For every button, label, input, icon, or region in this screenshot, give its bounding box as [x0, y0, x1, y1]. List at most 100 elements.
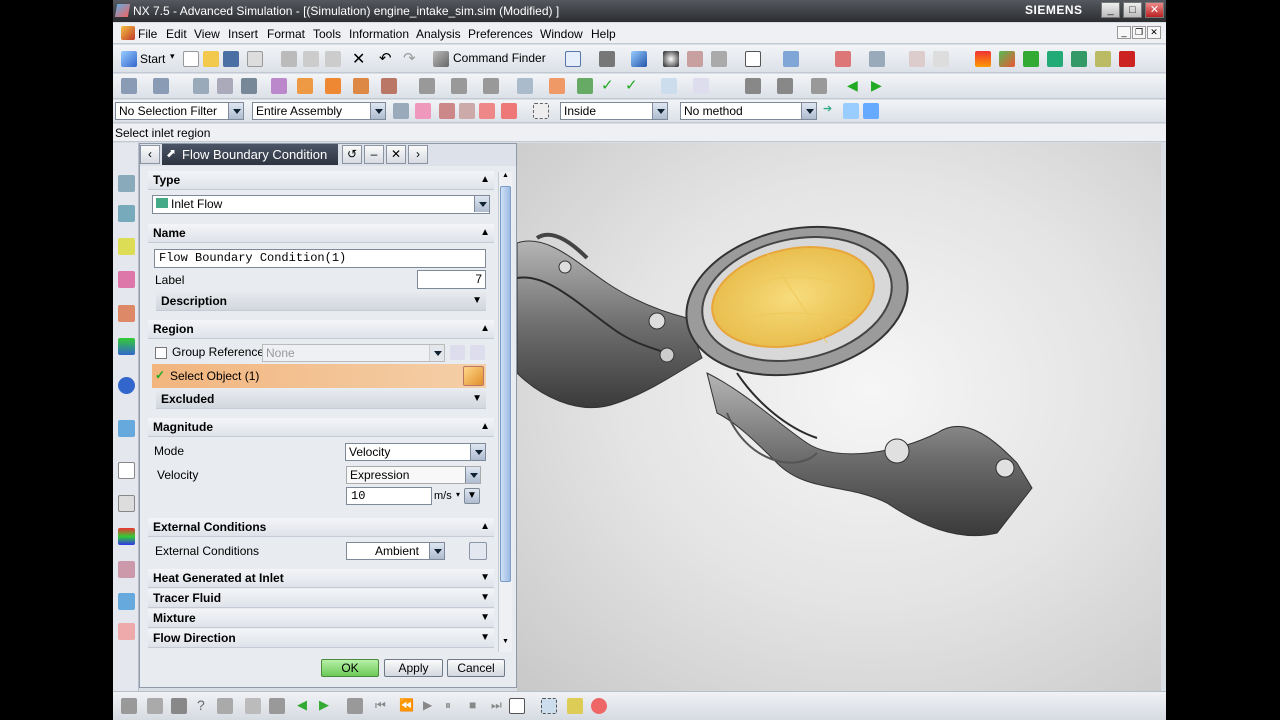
previous-icon[interactable]: ◀ — [297, 697, 307, 713]
collapse-chevron-icon[interactable]: ▲ — [480, 224, 490, 242]
clip-icon[interactable] — [567, 698, 583, 714]
external-conditions-section-header[interactable]: External Conditions ▲ — [148, 518, 494, 537]
menu-tools[interactable]: Tools — [313, 27, 341, 41]
description-section-header[interactable]: Description ▼ — [156, 292, 486, 311]
engine-intake-model[interactable] — [516, 143, 1161, 691]
grid-select-icon[interactable] — [541, 698, 557, 714]
forward-arrow-icon[interactable]: ▶ — [871, 77, 882, 94]
edge-select-icon[interactable] — [501, 103, 517, 119]
collapse-chevron-icon[interactable]: ▲ — [480, 320, 490, 338]
extra-tab-icon[interactable] — [118, 623, 135, 640]
graphics-window[interactable] — [516, 143, 1161, 691]
roles-tab-icon[interactable] — [118, 561, 135, 578]
collapse-chevron-icon[interactable]: ▲ — [480, 518, 490, 536]
menu-preferences[interactable]: Preferences — [468, 27, 533, 41]
print-icon[interactable] — [247, 51, 263, 67]
menu-edit[interactable]: Edit — [166, 27, 187, 41]
scope-dropdown[interactable]: Entire Assembly — [252, 102, 386, 120]
history-tab-icon[interactable] — [118, 420, 135, 437]
sim-navigator-icon[interactable] — [121, 78, 137, 94]
shaded-edges-icon[interactable] — [687, 51, 703, 67]
doc-minimize-button[interactable]: _ — [1117, 26, 1131, 39]
play-icon[interactable]: ▶ — [423, 698, 432, 712]
minimize-window-button[interactable]: _ — [1101, 2, 1120, 18]
paste-icon[interactable] — [325, 51, 341, 67]
olive-gear-icon[interactable] — [1095, 51, 1111, 67]
select-cube-icon[interactable] — [463, 366, 484, 386]
part-navigator-tab-icon[interactable] — [118, 238, 135, 255]
cube-select-icon[interactable] — [843, 103, 859, 119]
render-style-icon[interactable] — [663, 51, 679, 67]
menu-insert[interactable]: Insert — [228, 27, 258, 41]
command-finder-button[interactable]: Command Finder — [453, 51, 546, 65]
select-all-icon[interactable] — [415, 103, 431, 119]
menu-file[interactable]: File — [138, 27, 157, 41]
menu-window[interactable]: Window — [540, 27, 583, 41]
velocity-type-dropdown[interactable]: Expression — [346, 466, 481, 484]
expand-chevron-icon[interactable]: ▼ — [472, 292, 482, 310]
assembly-navigator-tab-icon[interactable] — [118, 205, 135, 222]
magnitude-section-header[interactable]: Magnitude ▲ — [148, 418, 494, 437]
wireframe-icon[interactable] — [711, 51, 727, 67]
expand-chevron-icon[interactable]: ▼ — [480, 629, 490, 647]
bottom-tool-icon[interactable] — [245, 698, 261, 714]
refresh-icon[interactable] — [591, 698, 607, 714]
select-object-row[interactable]: ✓ Select Object (1) — [152, 364, 486, 388]
check-icon[interactable]: ✓ — [601, 76, 614, 94]
undo-icon[interactable]: ↶ — [379, 49, 392, 67]
system-materials-tab-icon[interactable] — [118, 495, 135, 512]
external-conditions-edit-icon[interactable] — [469, 542, 487, 560]
bottom-tool-icon[interactable] — [269, 698, 285, 714]
mode-dropdown[interactable]: Velocity — [345, 443, 486, 461]
system-scenes-tab-icon[interactable] — [118, 593, 135, 610]
scroll-thumb[interactable] — [500, 186, 511, 582]
snap-icon[interactable] — [869, 51, 885, 67]
scroll-down-icon[interactable]: ▼ — [500, 638, 511, 650]
collapse-chevron-icon[interactable]: ▲ — [480, 171, 490, 189]
apply-button[interactable]: Apply — [384, 659, 443, 677]
animate-icon[interactable] — [577, 78, 593, 94]
start-button[interactable]: Start — [140, 52, 165, 66]
type-dropdown[interactable]: Inlet Flow — [152, 195, 490, 214]
dialog-minimize-button[interactable]: – — [364, 145, 384, 164]
expand-chevron-icon[interactable]: ▼ — [472, 390, 482, 408]
tracer-fluid-section-header[interactable]: Tracer Fluid ▼ — [148, 589, 494, 608]
green-shape-icon[interactable] — [1047, 51, 1063, 67]
constraint-icon[interactable] — [271, 78, 287, 94]
solve-icon[interactable] — [517, 78, 533, 94]
selection-filter-dropdown[interactable]: No Selection Filter — [115, 102, 244, 120]
save-icon[interactable] — [223, 51, 239, 67]
cancel-button[interactable]: Cancel — [447, 659, 505, 677]
feature-select-icon[interactable] — [439, 103, 455, 119]
doc-close-button[interactable]: ✕ — [1147, 26, 1161, 39]
scroll-up-icon[interactable]: ▲ — [500, 172, 511, 184]
velocity-unit[interactable]: m/s — [434, 490, 452, 502]
redo-icon[interactable]: ↷ — [403, 49, 416, 67]
menu-format[interactable]: Format — [267, 27, 305, 41]
load-icon[interactable] — [297, 78, 313, 94]
mesh-icon[interactable] — [193, 78, 209, 94]
mixture-section-header[interactable]: Mixture ▼ — [148, 609, 494, 628]
name-section-header[interactable]: Name ▲ — [148, 224, 494, 243]
bottom-tool-icon[interactable] — [217, 698, 233, 714]
csys-icon[interactable] — [835, 51, 851, 67]
ok-button[interactable]: OK — [321, 659, 379, 677]
layer-icon[interactable] — [745, 78, 761, 94]
boundary-icon[interactable] — [353, 78, 369, 94]
view-orientation-icon[interactable] — [631, 51, 647, 67]
zoom-icon[interactable] — [599, 51, 615, 67]
expand-chevron-icon[interactable]: ▼ — [480, 609, 490, 627]
clock-tab-icon[interactable] — [118, 462, 135, 479]
list-icon[interactable] — [693, 78, 709, 94]
next-icon[interactable]: ▶ — [319, 697, 329, 713]
edit-object-icon[interactable] — [933, 51, 949, 67]
type-section-header[interactable]: Type ▲ — [148, 171, 494, 190]
velocity-value-input[interactable]: 10 — [346, 487, 432, 505]
reset-icon[interactable]: ↺ — [342, 145, 362, 164]
body-select-icon[interactable] — [459, 103, 475, 119]
stop-icon[interactable]: ■ — [469, 698, 476, 712]
report-icon[interactable] — [661, 78, 677, 94]
dialog-expand-right-button[interactable]: › — [408, 145, 428, 164]
face-select-icon[interactable] — [479, 103, 495, 119]
rectangle-select-icon[interactable] — [533, 103, 549, 119]
